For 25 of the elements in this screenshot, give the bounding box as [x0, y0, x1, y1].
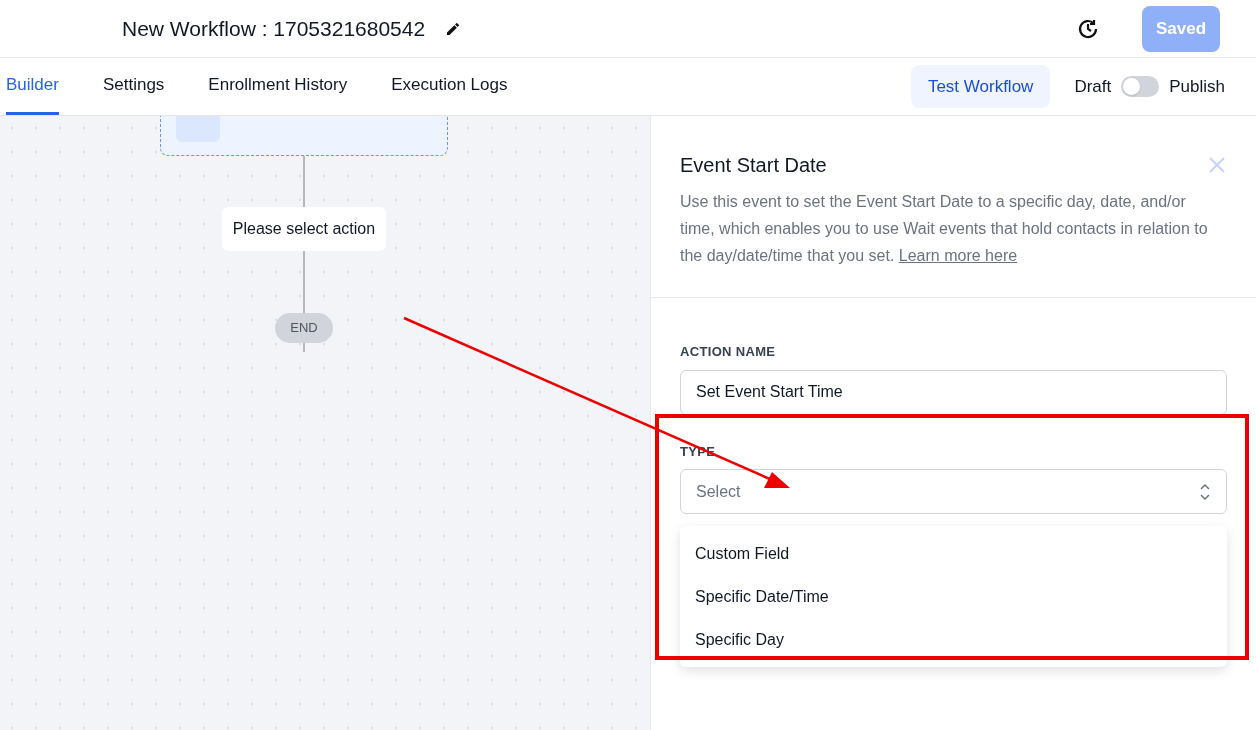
test-workflow-button[interactable]: Test Workflow	[910, 65, 1051, 108]
panel-description: Use this event to set the Event Start Date to a specific day, date, and/or time, which enables you to use Wait events that hold contacts in relation to the day/date/time that you set. Learn more here	[680, 192, 1209, 266]
tab[interactable]: Execution Logs	[391, 58, 508, 115]
workflow-title: New Workflow : 1705321680542	[122, 15, 426, 42]
chevron-up-down-icon	[1199, 482, 1211, 501]
close-icon[interactable]	[1207, 155, 1227, 175]
tab[interactable]: Settings	[102, 58, 165, 115]
pencil-icon[interactable]	[445, 20, 462, 37]
plus-tile-icon	[176, 116, 220, 142]
select-placeholder: Select	[696, 481, 741, 502]
action-name-field[interactable]: Set Event Start Time	[680, 369, 1227, 415]
trigger-card[interactable]	[160, 116, 448, 156]
publish-toggle[interactable]	[1121, 76, 1160, 97]
tab[interactable]: Enrollment History	[208, 58, 348, 115]
type-select[interactable]: Select	[680, 469, 1227, 514]
dropdown-option[interactable]: Custom Field	[680, 532, 1227, 575]
learn-more-link[interactable]: Learn more here	[898, 247, 1018, 264]
field-label: ACTION NAME	[680, 343, 777, 361]
dropdown-option[interactable]: Specific Day	[680, 618, 1227, 661]
dropdown-option[interactable]: Specific Date/Time	[680, 575, 1227, 618]
action-node[interactable]: Please select action	[222, 207, 386, 251]
toggle-label: Draft	[1074, 75, 1112, 98]
end-node: END	[275, 313, 333, 343]
panel-title: Event Start Date	[680, 153, 827, 178]
toggle-label: Publish	[1169, 75, 1225, 98]
